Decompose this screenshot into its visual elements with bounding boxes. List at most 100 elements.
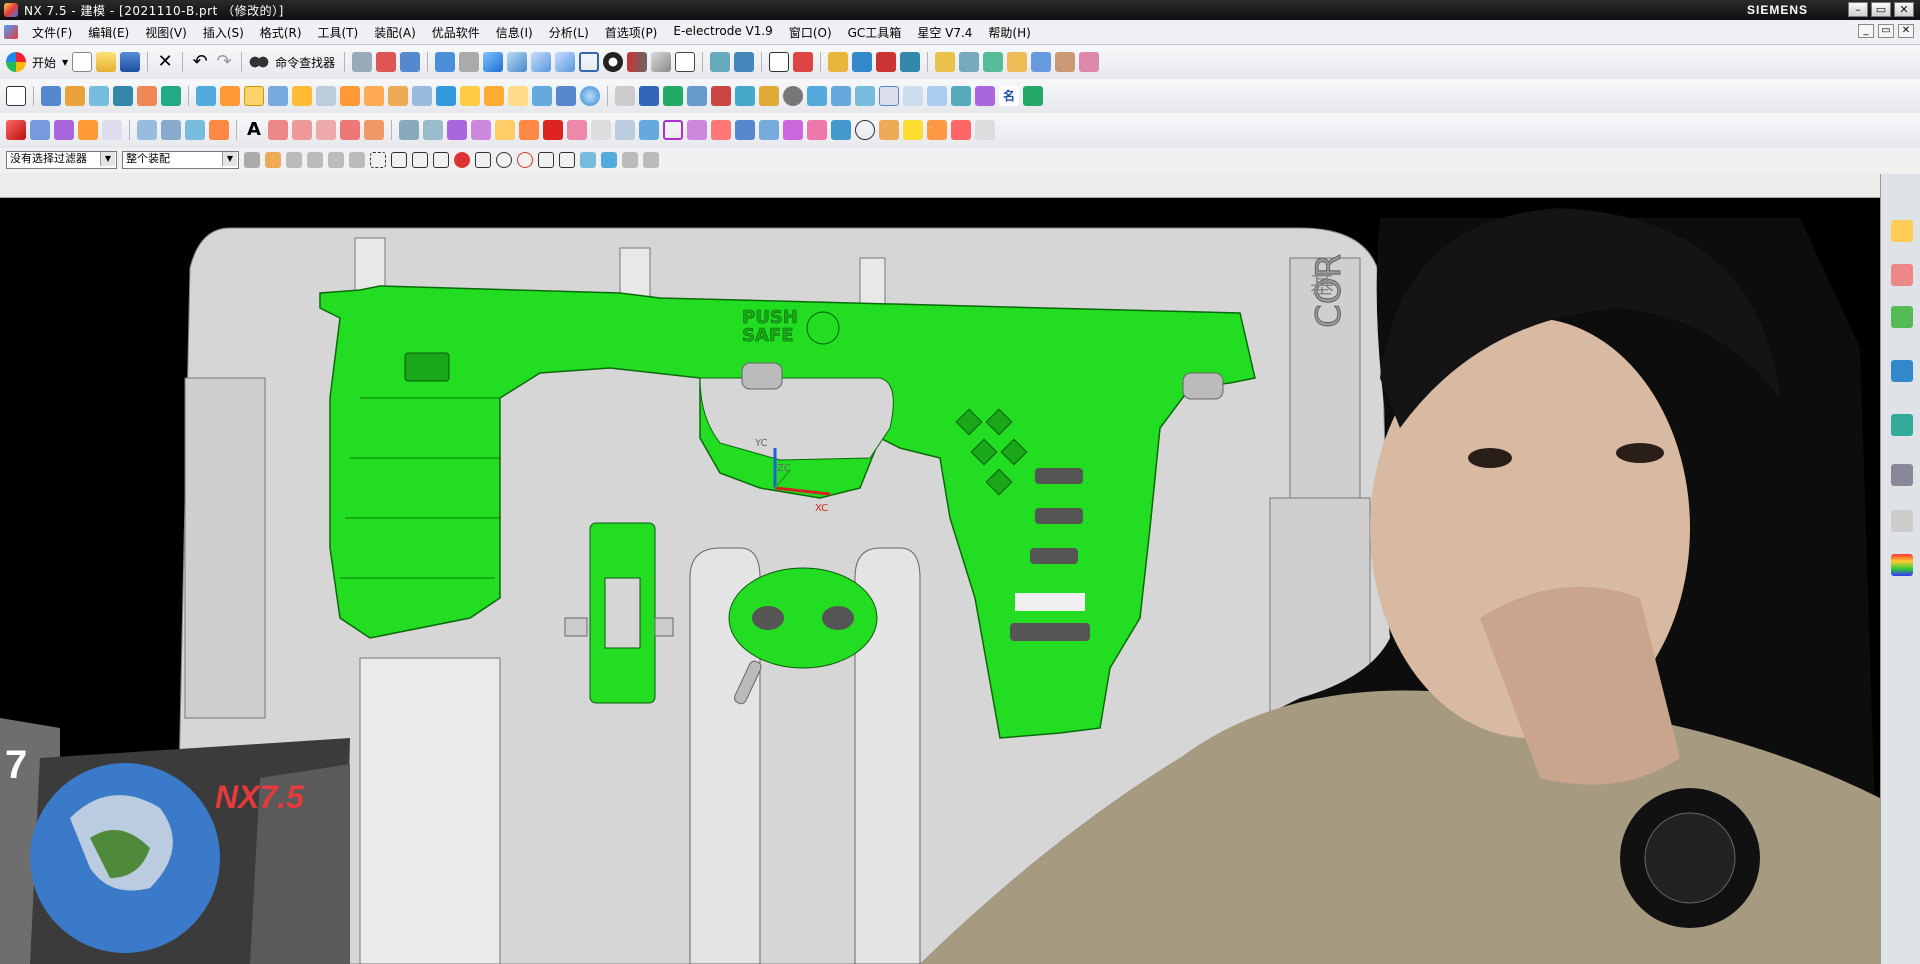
menu-window[interactable]: 窗口(O) (781, 24, 840, 41)
filter-settings-icon[interactable] (244, 152, 260, 168)
minimize-button[interactable]: – (1848, 2, 1868, 17)
through-curves-icon[interactable] (137, 120, 157, 140)
filter-icon[interactable] (1031, 52, 1052, 72)
on-face-icon[interactable] (580, 152, 596, 168)
on-curve-icon[interactable] (559, 152, 575, 168)
existing-point-icon[interactable] (538, 152, 554, 168)
menu-youpin-software[interactable]: 优品软件 (424, 24, 488, 41)
wcs-icon[interactable] (769, 52, 790, 72)
shape-icon[interactable] (1079, 52, 1100, 72)
snap-2-icon[interactable] (307, 152, 323, 168)
edit-curve-7-icon[interactable] (567, 120, 587, 140)
cube-view-2-icon[interactable] (531, 52, 552, 72)
subtract-icon[interactable] (220, 86, 240, 106)
edit-curve-5-icon[interactable] (495, 120, 515, 140)
through-mesh-icon[interactable] (161, 120, 181, 140)
edit-curve-4-icon[interactable] (471, 120, 491, 140)
layer-icon[interactable] (710, 52, 731, 72)
mirror-icon[interactable] (460, 86, 480, 106)
surface-4-icon[interactable] (102, 120, 122, 140)
gear-icon[interactable] (783, 86, 803, 106)
spread-2-icon[interactable] (831, 86, 851, 106)
reuse-library-icon[interactable] (1891, 360, 1913, 382)
patch-icon[interactable] (532, 86, 552, 106)
section-view-icon[interactable] (627, 52, 648, 72)
swept-icon[interactable] (185, 120, 205, 140)
layers-stack-icon[interactable] (983, 52, 1004, 72)
menu-analysis[interactable]: 分析(L) (541, 24, 597, 41)
assembly-navigator-icon[interactable] (1891, 220, 1913, 242)
nx-app-icon[interactable] (4, 3, 18, 17)
routing-icon[interactable] (975, 86, 995, 106)
datum-plane-icon[interactable] (639, 86, 659, 106)
shaded-cube-icon[interactable] (483, 52, 504, 72)
surface-3-icon[interactable] (78, 120, 98, 140)
edit-curve-icon[interactable] (399, 120, 419, 140)
snap-6-icon[interactable] (643, 152, 659, 168)
edit-curve-18-icon[interactable] (927, 120, 947, 140)
orient-view-icon[interactable] (459, 52, 480, 72)
transform-icon[interactable] (376, 52, 397, 72)
document-icon[interactable] (4, 25, 18, 39)
offset-face-icon[interactable] (364, 86, 384, 106)
tools-highlighted-icon[interactable] (244, 86, 264, 106)
edit-curve-8-icon[interactable] (591, 120, 611, 140)
menu-tools[interactable]: 工具(T) (310, 24, 367, 41)
surface-icon[interactable] (30, 120, 50, 140)
curve-icon[interactable] (268, 120, 288, 140)
rectangle-select-icon[interactable] (370, 152, 386, 168)
quadrant-icon[interactable] (517, 152, 533, 168)
grid-icon[interactable] (903, 86, 923, 106)
snap-icon[interactable] (400, 52, 421, 72)
control-point-icon[interactable] (454, 152, 470, 168)
system-materials-icon[interactable] (1891, 510, 1913, 532)
circle-icon[interactable] (855, 120, 875, 140)
mirror-feature-icon[interactable] (711, 86, 731, 106)
hole-icon[interactable] (113, 86, 133, 106)
thicken-icon[interactable] (484, 86, 504, 106)
shell-icon[interactable] (316, 86, 336, 106)
menu-gc-toolbox[interactable]: GC工具箱 (840, 24, 910, 41)
move-layer-icon[interactable] (734, 52, 755, 72)
revolve-icon[interactable] (65, 86, 85, 106)
open-folder-icon[interactable] (96, 52, 117, 72)
frame-icon[interactable] (927, 86, 947, 106)
button-part[interactable] (728, 567, 878, 669)
extrude-icon[interactable] (41, 86, 61, 106)
point-icon[interactable] (615, 86, 635, 106)
edit-curve-15-icon[interactable] (831, 120, 851, 140)
graphics-window[interactable]: PUSH SAFE COR 基 YC ZC XC NX7.5 7 (0, 198, 1880, 964)
book-icon[interactable] (687, 86, 707, 106)
split-body-icon[interactable] (412, 86, 432, 106)
edit-curve-14-icon[interactable] (807, 120, 827, 140)
point-snap-icon[interactable] (391, 152, 407, 168)
delete-icon[interactable]: ✕ (155, 52, 175, 72)
model-view[interactable]: PUSH SAFE COR 基 YC ZC XC NX7.5 7 (0, 198, 1880, 964)
unite-icon[interactable] (196, 86, 216, 106)
type-filter-select[interactable]: 没有选择过滤器 (6, 151, 117, 169)
replace-face-icon[interactable] (556, 86, 576, 106)
menu-assembly[interactable]: 装配(A) (366, 24, 424, 41)
palette-icon[interactable] (1007, 52, 1028, 72)
trim-body-icon[interactable] (388, 86, 408, 106)
view-cube-icon[interactable] (601, 152, 617, 168)
surface-2-icon[interactable] (54, 120, 74, 140)
edit-curve-12-icon[interactable] (759, 120, 779, 140)
intersection-icon[interactable] (475, 152, 491, 168)
text-icon[interactable]: A (244, 120, 264, 140)
tool-icon[interactable] (1055, 52, 1076, 72)
edit-object-icon[interactable] (352, 52, 373, 72)
cube-view-1-icon[interactable] (507, 52, 528, 72)
hook-icon[interactable] (687, 120, 707, 140)
roles-icon[interactable] (1891, 554, 1913, 576)
background-icon[interactable] (675, 52, 696, 72)
spread-3-icon[interactable] (855, 86, 875, 106)
edit-curve-13-icon[interactable] (783, 120, 803, 140)
edit-curve-11-icon[interactable] (735, 120, 755, 140)
edit-curve-2-icon[interactable] (423, 120, 443, 140)
sketch-icon[interactable] (6, 86, 26, 106)
sew-icon[interactable] (508, 86, 528, 106)
name-icon[interactable]: 名 (999, 86, 1019, 106)
fit-view-icon[interactable] (435, 52, 456, 72)
chamfer-icon[interactable] (292, 86, 312, 106)
